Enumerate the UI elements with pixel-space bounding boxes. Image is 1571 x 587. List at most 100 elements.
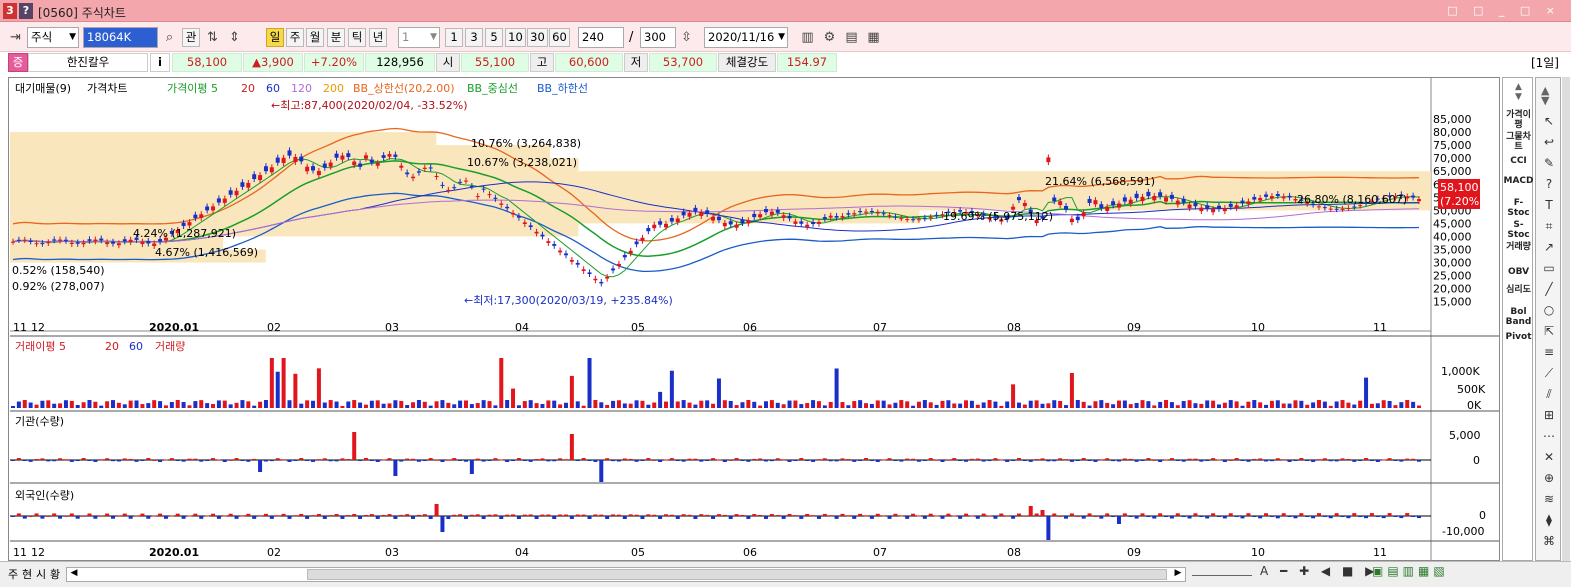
interval-10-button[interactable]: 10 xyxy=(505,28,526,47)
draw-tool-icon[interactable]: ⧫ xyxy=(1540,511,1558,529)
draw-tool-icon[interactable]: ↗ xyxy=(1540,238,1558,256)
draw-tool-icon[interactable]: ⟋ xyxy=(1540,364,1558,382)
period-week-button[interactable]: 주 xyxy=(286,28,304,47)
bottom-tab-market[interactable]: 시 xyxy=(36,566,46,582)
chart-icon[interactable]: ▥ xyxy=(798,28,817,47)
foreign-bar xyxy=(1040,510,1045,516)
horizontal-scrollbar[interactable]: ◀ ▶ xyxy=(66,567,1186,582)
draw-tool-icon[interactable]: ↖ xyxy=(1540,112,1558,130)
draw-tool-icon[interactable]: ✕ xyxy=(1540,448,1558,466)
draw-tool-icon[interactable]: ⊞ xyxy=(1540,406,1558,424)
draw-tool-icon[interactable]: ⇱ xyxy=(1540,322,1558,340)
draw-tool-icon[interactable]: ↩ xyxy=(1540,133,1558,151)
bottom-tool-icons[interactable]: ▣▤▥▦▧ xyxy=(1372,564,1449,578)
scroll-up-icon[interactable]: ▲ xyxy=(1503,82,1534,92)
foreign-bar xyxy=(399,514,404,516)
draw-tool-icon[interactable]: ⋯ xyxy=(1540,427,1558,445)
x-tick-top: 05 xyxy=(631,321,645,334)
volume-bar xyxy=(63,400,68,408)
foreign-bar xyxy=(1193,513,1198,516)
indicator-ma[interactable]: 가격이평 xyxy=(1503,110,1534,130)
indicator-obv[interactable]: OBV xyxy=(1503,267,1534,277)
draw-tool-icon[interactable]: ▭ xyxy=(1540,259,1558,277)
draw-tool-icon[interactable]: ? xyxy=(1540,175,1558,193)
count-input[interactable]: 240 xyxy=(578,27,624,48)
zoom-slider[interactable] xyxy=(1192,570,1252,576)
draw-tool-icon[interactable]: ⫽ xyxy=(1540,385,1558,403)
indicator-macd[interactable]: MACD xyxy=(1503,176,1534,186)
gwan-button[interactable]: 관 xyxy=(182,28,200,47)
tool-down-icon[interactable]: ▼ xyxy=(1541,94,1549,107)
draw-tool-icon[interactable]: ⊕ xyxy=(1540,469,1558,487)
vertical-scrollbar[interactable] xyxy=(1562,77,1570,561)
window-controls[interactable]: □ □ _ □ × xyxy=(1447,4,1561,17)
inst-bar xyxy=(834,460,839,462)
chart-frame[interactable]: 85,00080,00075,00070,00065,00060,00055,0… xyxy=(8,77,1500,561)
interval-3-button[interactable]: 3 xyxy=(465,28,483,47)
settings-icon[interactable]: ⚙ xyxy=(820,28,839,47)
indicator-psy[interactable]: 심리도 xyxy=(1503,285,1534,295)
max-count-input[interactable]: 300 xyxy=(640,27,676,48)
candle xyxy=(334,153,339,158)
period-year-button[interactable]: 년 xyxy=(369,28,387,47)
legend-ma120: 120 xyxy=(291,82,312,95)
volume-bar xyxy=(875,400,880,408)
volume-bar xyxy=(58,403,63,408)
draw-tool-icon[interactable]: ⌘ xyxy=(1540,532,1558,550)
info-button[interactable]: i xyxy=(150,53,170,72)
scroll-right-icon[interactable]: ▶ xyxy=(1171,568,1185,581)
draw-tool-icon[interactable]: ○ xyxy=(1540,301,1558,319)
zoom-controls-icon[interactable]: A ━ ✚ ◀ ■ ▶ xyxy=(1260,564,1378,578)
interval-5-button[interactable]: 5 xyxy=(485,28,503,47)
compare-icon[interactable]: ⇅ xyxy=(203,28,222,47)
inst-bar xyxy=(481,460,486,462)
bottom-tab-current[interactable]: 현 xyxy=(22,566,32,582)
link-icon[interactable]: ⇥ xyxy=(6,28,25,47)
code-input[interactable]: 18064K xyxy=(83,27,158,48)
interval-30-button[interactable]: 30 xyxy=(527,28,548,47)
indicator-net[interactable]: 그물차트 xyxy=(1503,132,1534,152)
indicator-pivot[interactable]: Pivot xyxy=(1503,332,1534,342)
draw-tool-icon[interactable]: ╱ xyxy=(1540,280,1558,298)
scroll-left-icon[interactable]: ◀ xyxy=(67,568,81,581)
market-select[interactable]: 주식 ▼ xyxy=(27,27,79,48)
period-month-button[interactable]: 월 xyxy=(306,28,324,47)
indicator-sstoc[interactable]: S-Stoc xyxy=(1503,220,1534,240)
interval-select[interactable]: 1 ▼ xyxy=(398,27,440,48)
candle xyxy=(640,237,645,241)
print-icon[interactable]: ▦ xyxy=(864,28,883,47)
help-icon[interactable]: ? xyxy=(19,3,33,19)
draw-tool-icon[interactable]: ≋ xyxy=(1540,490,1558,508)
scroll-thumb[interactable] xyxy=(307,569,1167,580)
updown-icon[interactable]: ⇕ xyxy=(225,28,244,47)
volume-bar xyxy=(1411,401,1416,408)
draw-tool-icon[interactable]: T xyxy=(1540,196,1558,214)
foreign-bar xyxy=(69,513,74,516)
volume-bar xyxy=(1216,404,1221,408)
scroll-down-icon[interactable]: ▼ xyxy=(1503,92,1534,102)
period-minute-button[interactable]: 분 xyxy=(327,28,345,47)
bottom-tab-week[interactable]: 주 xyxy=(8,566,18,582)
indicator-fstoc[interactable]: F-Stoc xyxy=(1503,198,1534,218)
volume-bar xyxy=(752,401,757,408)
indicator-bollinger[interactable]: Bol Band xyxy=(1503,307,1534,327)
candle xyxy=(552,244,557,246)
interval-60-button[interactable]: 60 xyxy=(549,28,570,47)
search-icon[interactable]: ⌕ xyxy=(160,28,179,47)
bottom-tab-status[interactable]: 황 xyxy=(50,566,60,582)
interval-1-button[interactable]: 1 xyxy=(445,28,463,47)
indicator-cci[interactable]: CCI xyxy=(1503,156,1534,166)
indicator-volume[interactable]: 거래량 xyxy=(1503,242,1534,252)
draw-tool-icon[interactable]: ⌗ xyxy=(1540,217,1558,235)
save-icon[interactable]: ▤ xyxy=(842,28,861,47)
inst-bar xyxy=(516,458,521,460)
foreign-bar xyxy=(1046,516,1051,540)
fit-icon[interactable]: ⇳ xyxy=(677,28,696,47)
foreign-bar xyxy=(234,516,239,519)
chart-canvas[interactable]: 85,00080,00075,00070,00065,00060,00055,0… xyxy=(9,78,1499,560)
draw-tool-icon[interactable]: ≡ xyxy=(1540,343,1558,361)
period-day-button[interactable]: 일 xyxy=(266,28,284,47)
date-select[interactable]: 2020/11/16 ▼ xyxy=(704,27,788,48)
period-tick-button[interactable]: 틱 xyxy=(348,28,366,47)
draw-tool-icon[interactable]: ✎ xyxy=(1540,154,1558,172)
